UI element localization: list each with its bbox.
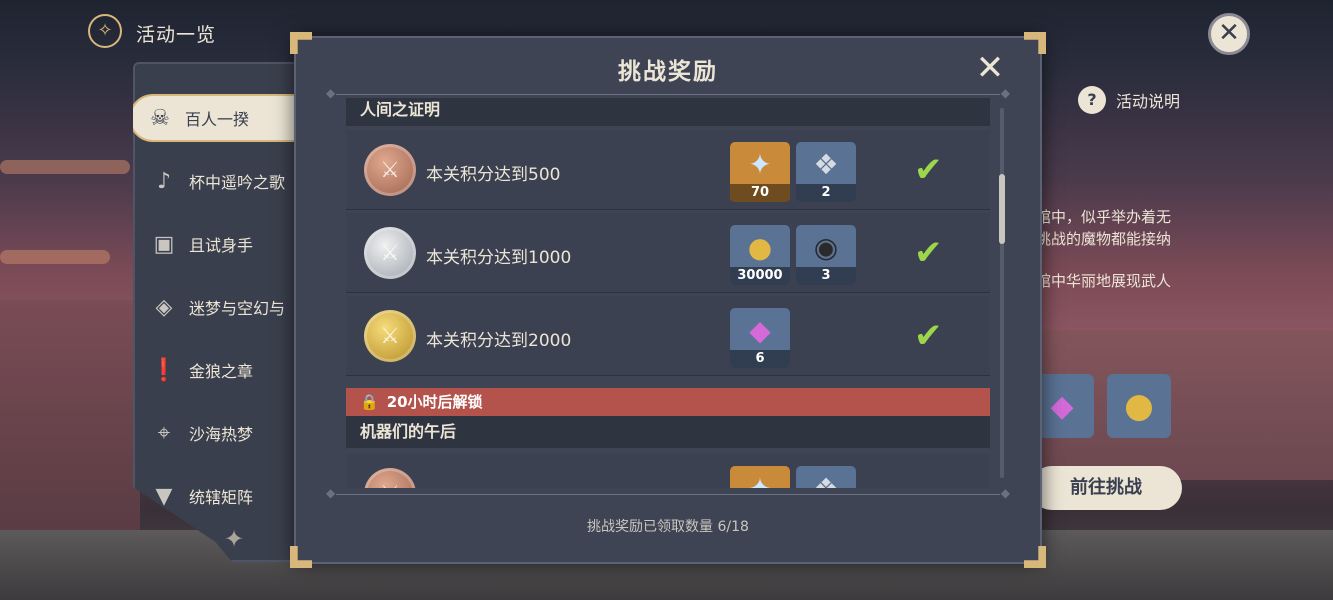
reward-condition: 本关积分达到2000: [426, 331, 572, 351]
primogem-icon: ✦: [748, 148, 772, 181]
reward-item-mora[interactable]: ● 30000: [730, 225, 790, 285]
reward-row: ⚔ 本关积分达到2000 ◆ 6 ✔: [346, 296, 990, 376]
sidebar-item-illusion[interactable]: ◈ 迷梦与空幻与: [135, 283, 298, 331]
sidebar-item-label: 且试身手: [189, 236, 254, 255]
divider: [336, 494, 1000, 495]
corner-ornament: [290, 546, 312, 568]
event-help-button[interactable]: ? 活动说明: [1078, 86, 1180, 114]
sidebar-item-test-run[interactable]: ▣ 且试身手: [135, 220, 298, 268]
sidebar-item-label: 杯中遥吟之歌: [189, 173, 286, 192]
help-label: 活动说明: [1116, 92, 1181, 111]
coin-icon: ●: [1124, 386, 1154, 426]
close-icon: ✕: [975, 48, 1005, 88]
reward-condition: 本关积分达到1000: [426, 248, 572, 268]
reward-item-primogem[interactable]: ✦: [730, 466, 790, 488]
reward-item-hero-wit[interactable]: ❖ 2: [796, 142, 856, 202]
modal-close-button[interactable]: ✕: [974, 51, 1006, 85]
reward-row: ⚔ ✦ ❖: [346, 454, 990, 488]
scrollbar[interactable]: [999, 108, 1005, 478]
diamond-ornament-icon: ◆: [1000, 86, 1010, 100]
scroll-thumb[interactable]: [999, 174, 1005, 244]
book-icon: ❖: [813, 148, 839, 181]
corner-ornament: [1024, 546, 1046, 568]
reward-qty: 30000: [730, 267, 790, 285]
event-description-line: 挑战的魔物都能接纳: [1036, 230, 1172, 248]
divider: [336, 94, 1000, 95]
book-icon: ❖: [796, 472, 856, 488]
reward-item-primogem[interactable]: ✦ 70: [730, 142, 790, 202]
claimed-count: 挑战奖励已领取数量 6/18: [587, 519, 749, 535]
compass-icon: ✧: [88, 14, 122, 48]
diamond-ornament-icon: ◆: [326, 86, 336, 100]
event-description-line: 馆中，似乎举办着无: [1036, 208, 1172, 226]
go-challenge-button[interactable]: 前往挑战: [1030, 466, 1182, 510]
reward-preview-mora[interactable]: ●: [1107, 374, 1171, 438]
reward-condition: 本关积分达到500: [426, 165, 561, 185]
sidebar-item-label: 金狼之章: [189, 362, 254, 381]
reward-row: ⚔ 本关积分达到1000 ● 30000 ◉ 3 ✔: [346, 213, 990, 293]
diamond-ornament-icon: ◆: [326, 486, 336, 500]
bronze-medal-icon: ⚔: [364, 144, 416, 196]
claimed-check-icon: ✔: [914, 316, 943, 356]
claimed-check-icon: ✔: [914, 233, 943, 273]
sidebar-item-hundred-people[interactable]: ☠ 百人一揆: [133, 94, 298, 142]
diamond-warning-icon: ◈: [155, 294, 173, 320]
event-sidebar: ☠ 百人一揆 ♪ 杯中遥吟之歌 ▣ 且试身手 ◈ 迷梦与空幻与 ❗ 金狼之章 ⌖…: [133, 62, 298, 562]
reward-item-crystal[interactable]: ◆ 6: [730, 308, 790, 368]
claimed-check-icon: ✔: [914, 150, 943, 190]
location-pin-icon: ⌖: [157, 420, 171, 446]
reward-qty: 3: [796, 267, 856, 285]
reward-item-hero-wit[interactable]: ❖: [796, 466, 856, 488]
reward-list[interactable]: 人间之证明 ⚔ 本关积分达到500 ✦ 70 ❖ 2 ✔ ⚔ 本关积分达到100…: [346, 98, 990, 488]
challenge-rewards-modal: 挑战奖励 ✕ ◆ ◆ 人间之证明 ⚔ 本关积分达到500 ✦ 70 ❖ 2 ✔ …: [290, 32, 1042, 564]
oni-mask-icon: ☠: [150, 105, 170, 131]
event-description-line: 馆中华丽地展现武人: [1036, 272, 1172, 290]
crystal-icon: ◆: [1050, 388, 1074, 424]
gold-medal-icon: ⚔: [364, 310, 416, 362]
sidebar-item-label: 百人一揆: [185, 110, 250, 129]
modal-title: 挑战奖励: [618, 59, 718, 85]
background-wall-left: [0, 300, 140, 530]
page-title: 活动一览: [136, 24, 217, 46]
close-icon: ✕: [1218, 18, 1240, 48]
section-title: 机器们的午后: [346, 416, 990, 448]
sidebar-item-desert-dream[interactable]: ⌖ 沙海热梦: [135, 409, 298, 457]
lock-icon: 🔒: [360, 393, 379, 411]
sidebar-item-label: 迷梦与空幻与: [189, 299, 286, 318]
reward-qty: 2: [796, 184, 856, 202]
sidebar-item-label: 沙海热梦: [189, 425, 254, 444]
reward-qty: 6: [730, 350, 790, 368]
silver-medal-icon: ⚔: [364, 227, 416, 279]
ore-icon: ◉: [813, 231, 839, 264]
close-button[interactable]: ✕: [1208, 13, 1250, 55]
sidebar-item-golden-wolf[interactable]: ❗ 金狼之章: [135, 346, 298, 394]
help-icon: ?: [1078, 86, 1106, 114]
section-title: 人间之证明: [346, 98, 990, 126]
bronze-medal-icon: ⚔: [364, 468, 416, 488]
coin-icon: ●: [747, 231, 773, 264]
corner-ornament: [290, 32, 312, 54]
primogem-icon: ✦: [730, 472, 790, 488]
reward-row: ⚔ 本关积分达到500 ✦ 70 ❖ 2 ✔: [346, 130, 990, 210]
sidebar-item-label: 统辖矩阵: [189, 488, 254, 507]
reward-item-ore[interactable]: ◉ 3: [796, 225, 856, 285]
sidebar-item-cup-song[interactable]: ♪ 杯中遥吟之歌: [135, 157, 298, 205]
diamond-ornament-icon: ◆: [1000, 486, 1010, 500]
locked-banner: 🔒 20小时后解锁: [346, 388, 990, 416]
locked-label: 20小时后解锁: [386, 393, 483, 411]
cards-icon: ▣: [153, 231, 175, 257]
warning-icon: ❗: [150, 357, 178, 383]
reward-qty: 70: [730, 184, 790, 202]
bell-icon: ♪: [156, 168, 172, 194]
corner-ornament: [1024, 32, 1046, 54]
star-ornament-icon: ✦: [224, 525, 245, 553]
crystal-icon: ◆: [749, 314, 771, 347]
